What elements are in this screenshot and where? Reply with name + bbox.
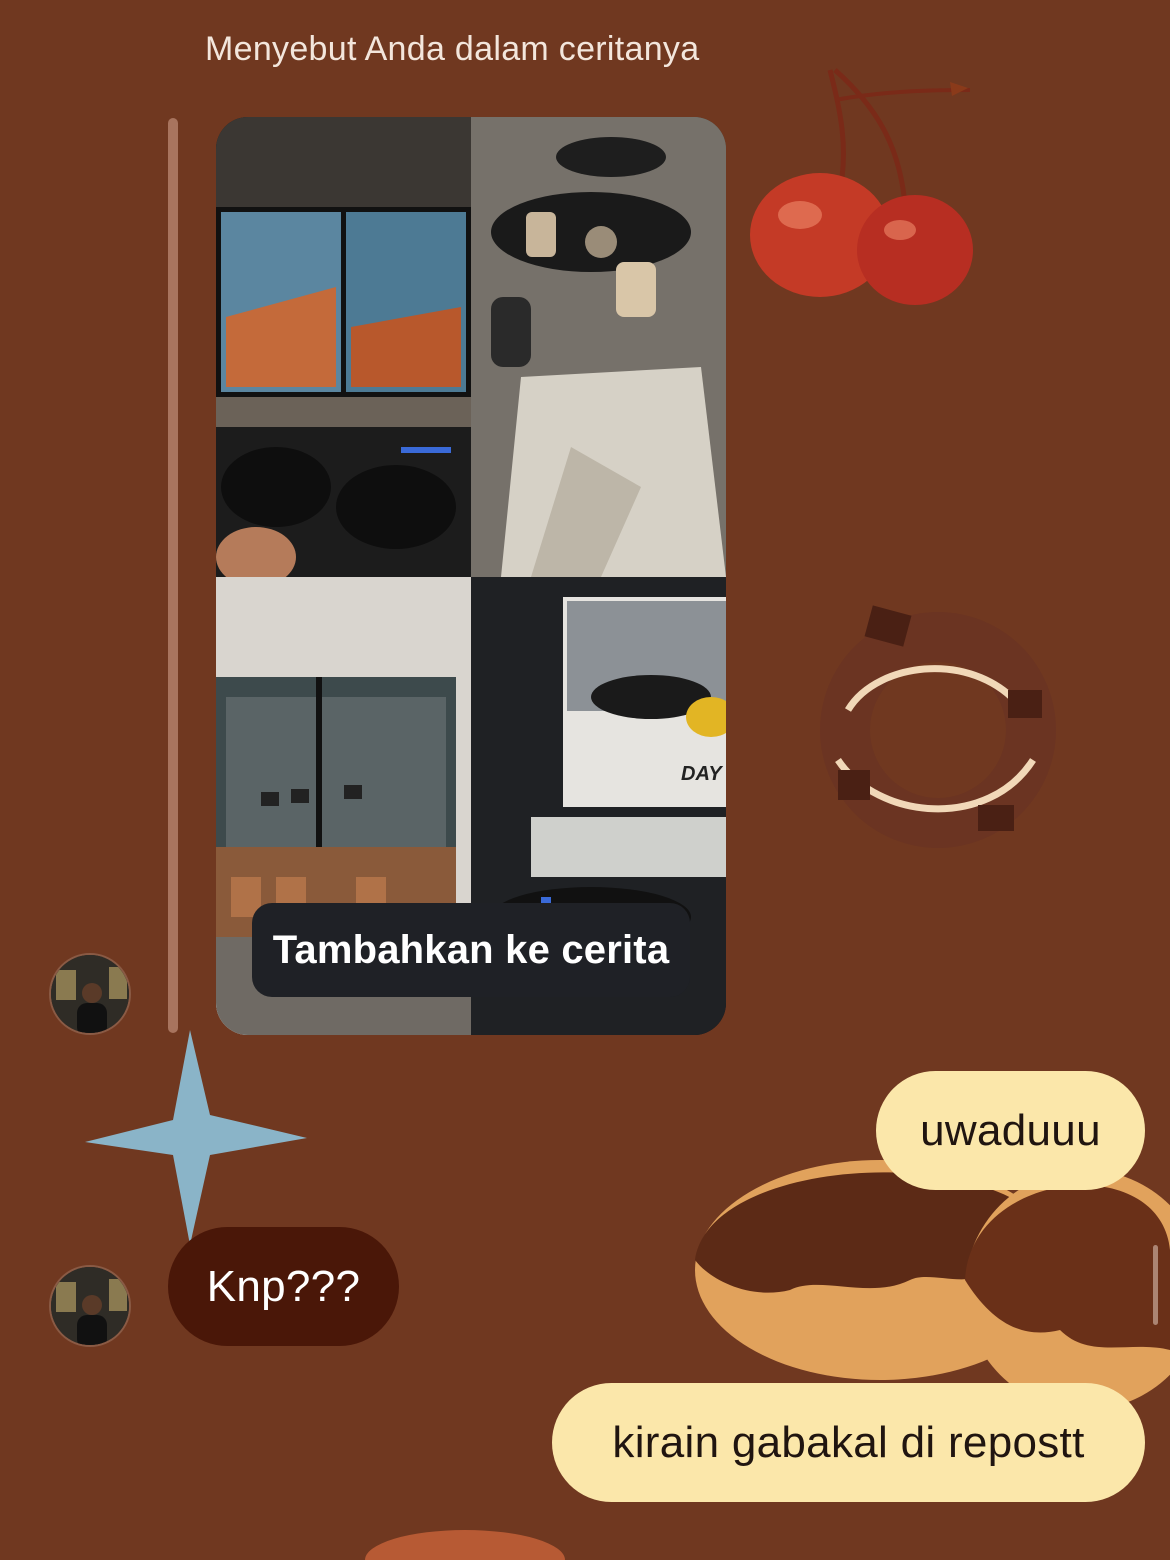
message-bubble-incoming[interactable]: Knp??? bbox=[168, 1227, 399, 1346]
sender-avatar[interactable] bbox=[49, 953, 131, 1035]
cherries-sticker bbox=[750, 68, 973, 305]
message-bubble-outgoing[interactable]: uwaduuu bbox=[876, 1071, 1145, 1190]
story-preview[interactable]: DAY bbox=[216, 117, 726, 1035]
message-text: kirain gabakal di repostt bbox=[612, 1417, 1085, 1467]
sender-avatar[interactable] bbox=[49, 1265, 131, 1347]
donut-sticker bbox=[820, 605, 1056, 848]
racing-game-day-text: DAY bbox=[681, 763, 723, 785]
message-bubble-outgoing[interactable]: kirain gabakal di repostt bbox=[552, 1383, 1145, 1502]
story-reply-bar bbox=[168, 118, 178, 1033]
pastry-sticker bbox=[365, 1530, 565, 1560]
message-text: Knp??? bbox=[206, 1261, 361, 1311]
scrollbar[interactable] bbox=[1153, 1245, 1158, 1325]
story-mention-header: Menyebut Anda dalam ceritanya bbox=[205, 30, 700, 68]
cafe-table-drinks-photo bbox=[471, 117, 726, 577]
add-to-story-button[interactable]: Tambahkan ke cerita bbox=[252, 903, 690, 997]
message-text: uwaduuu bbox=[920, 1105, 1101, 1155]
sparkle-star-sticker bbox=[85, 1030, 307, 1245]
gaming-screen-photo bbox=[216, 117, 471, 577]
